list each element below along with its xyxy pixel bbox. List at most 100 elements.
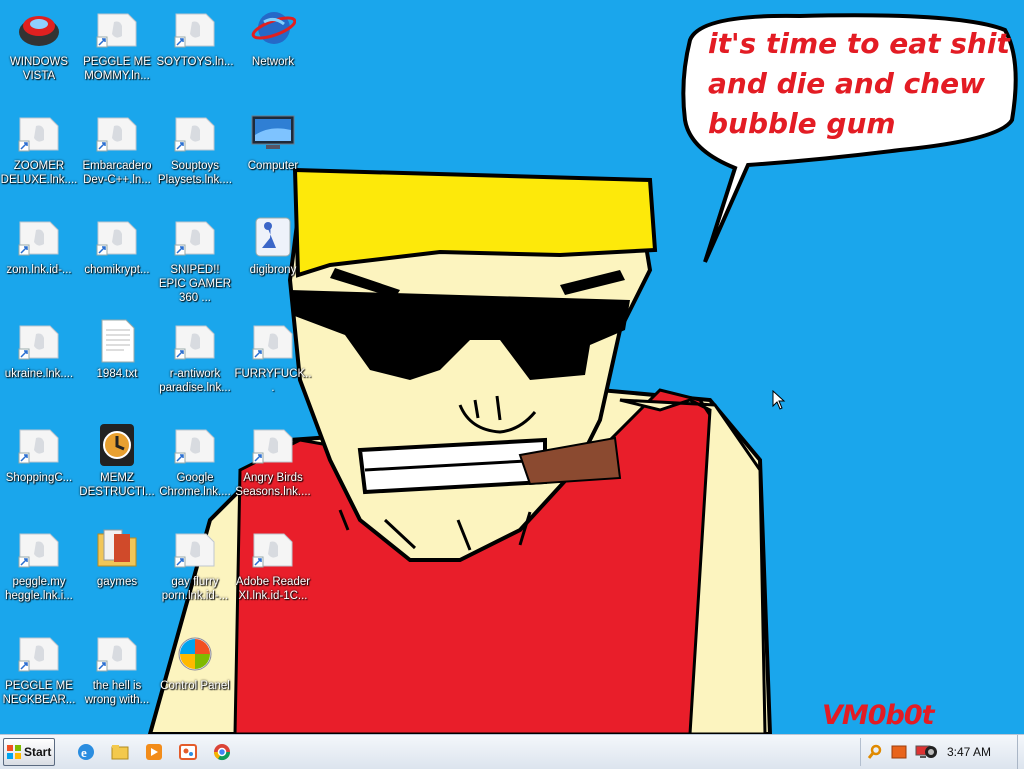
desktop-icon[interactable]: ShoppingC... xyxy=(0,416,78,516)
desktop-icon-label: zom.lnk.id-... xyxy=(6,264,72,276)
desktop-icon-label: Embarcadero Dev-C++.ln... xyxy=(82,160,152,186)
start-label: Start xyxy=(24,745,52,759)
desktop-icon-label: Computer xyxy=(247,160,299,172)
desktop-icon-label: gaymes xyxy=(96,576,138,588)
shortcut-icon xyxy=(16,630,62,676)
desktop-icon-label: gay flurry porn.lnk.id-... xyxy=(161,576,229,602)
desktop-icon[interactable]: digibrony xyxy=(234,208,312,308)
desktop-icon-label: ZOOMER DELUXE.lnk.... xyxy=(0,160,78,186)
desktop-icon[interactable]: PEGGLE ME NECKBEAR... xyxy=(0,624,78,724)
speech-bubble-text: it's time to eat shit and die and chew b… xyxy=(688,24,1010,154)
desktop-icon[interactable]: chomikrypt... xyxy=(78,208,156,308)
shortcut-icon xyxy=(172,214,218,260)
shortcut-icon xyxy=(16,214,62,260)
network-icon xyxy=(250,6,297,52)
desktop-icon[interactable]: Control Panel xyxy=(156,624,234,724)
desktop-icon-label: Adobe Reader XI.lnk.id-1C... xyxy=(235,576,311,602)
windows-logo-icon xyxy=(7,745,21,759)
desktop-icon[interactable]: peggle.my heggle.lnk.i... xyxy=(0,520,78,620)
mouse-cursor-icon xyxy=(772,390,786,410)
desktop-icon-label: Angry Birds Seasons.lnk.... xyxy=(235,472,311,498)
shortcut-icon xyxy=(250,526,296,572)
vista-icon xyxy=(16,6,62,52)
clock[interactable]: 3:47 AM xyxy=(947,745,991,759)
desktop-icon[interactable]: Computer xyxy=(234,104,312,204)
media-player-icon[interactable] xyxy=(144,742,164,762)
speech-line-3: bubble gum xyxy=(708,107,896,140)
control-panel-icon xyxy=(172,630,218,676)
desktop-icon[interactable]: Embarcadero Dev-C++.ln... xyxy=(78,104,156,204)
desktop-icon-label: Souptoys Playsets.lnk.... xyxy=(157,160,233,186)
shortcut-icon xyxy=(16,526,62,572)
desktop-icon[interactable]: gaymes xyxy=(78,520,156,620)
shortcut-icon xyxy=(94,630,140,676)
desktop-icon[interactable]: Network xyxy=(234,0,312,100)
desktop-icon-label: Control Panel xyxy=(160,680,230,692)
shortcut-icon xyxy=(16,110,62,156)
desktop-icon[interactable]: Google Chrome.lnk.... xyxy=(156,416,234,516)
explorer-icon[interactable] xyxy=(110,742,130,762)
desktop-icon[interactable]: Souptoys Playsets.lnk.... xyxy=(156,104,234,204)
desktop-icon[interactable]: FURRYFUCK... xyxy=(234,312,312,412)
shortcut-icon xyxy=(16,422,62,468)
shortcut-icon xyxy=(16,318,62,364)
desktop-icon-label: PEGGLE ME MOMMY.ln... xyxy=(83,56,151,82)
desktop-icon-label: Network xyxy=(251,56,295,68)
taskbar: Start e 3:47 AM xyxy=(0,734,1024,769)
desktop-icon-label: ShoppingC... xyxy=(5,472,73,484)
desktop-icon-label: WINDOWS VISTA xyxy=(9,56,69,82)
start-button[interactable]: Start xyxy=(3,738,55,766)
chrome-icon[interactable] xyxy=(212,742,232,762)
desktop-icon-label: SOYTOYS.ln... xyxy=(156,56,234,68)
desktop-icon[interactable]: ZOOMER DELUXE.lnk.... xyxy=(0,104,78,204)
desktop-icon-label: ukraine.lnk.... xyxy=(4,368,74,380)
artist-signature: VM0b0t xyxy=(822,700,935,731)
computer-icon xyxy=(250,110,296,156)
desktop-icon[interactable]: SOYTOYS.ln... xyxy=(156,0,234,100)
shortcut-icon xyxy=(172,6,218,52)
desktop-icon[interactable]: Adobe Reader XI.lnk.id-1C... xyxy=(234,520,312,620)
volume-icon[interactable] xyxy=(923,744,939,760)
desktop-icon-label: SNIPED!! EPIC GAMER 360 ... xyxy=(158,264,232,304)
svg-text:e: e xyxy=(81,745,87,760)
shortcut-icon xyxy=(94,214,140,260)
text-file-icon xyxy=(94,318,140,364)
shortcut-icon xyxy=(94,110,140,156)
desktop-icon-label: Google Chrome.lnk.... xyxy=(159,472,231,498)
desktop-icon-label: digibrony xyxy=(249,264,297,276)
system-tray: 3:47 AM xyxy=(860,738,1021,766)
paint-icon[interactable] xyxy=(178,742,198,762)
desktop-icon-label: FURRYFUCK... xyxy=(234,368,312,394)
desktop-icon[interactable]: gay flurry porn.lnk.id-... xyxy=(156,520,234,620)
shortcut-icon xyxy=(172,526,218,572)
desktop-icon[interactable]: the hell is wrong with... xyxy=(78,624,156,724)
desktop-icon[interactable]: Angry Birds Seasons.lnk.... xyxy=(234,416,312,516)
desktop-icon[interactable]: 1984.txt xyxy=(78,312,156,412)
ie-icon[interactable]: e xyxy=(76,742,96,762)
desktop-icon-label: 1984.txt xyxy=(96,368,138,380)
folder-icon xyxy=(94,526,140,572)
desktop-icon[interactable]: zom.lnk.id-... xyxy=(0,208,78,308)
search-icon[interactable] xyxy=(867,744,883,760)
desktop-icon[interactable]: MEMZ DESTRUCTI... xyxy=(78,416,156,516)
digibrony-icon xyxy=(250,214,296,260)
memz-icon xyxy=(94,422,140,468)
desktop-icon[interactable]: r-antiwork paradise.lnk... xyxy=(156,312,234,412)
shortcut-icon xyxy=(172,110,218,156)
desktop-icon-label: chomikrypt... xyxy=(84,264,150,276)
desktop-icon-label: peggle.my heggle.lnk.i... xyxy=(5,576,73,602)
desktop-icon[interactable]: PEGGLE ME MOMMY.ln... xyxy=(78,0,156,100)
show-desktop-button[interactable] xyxy=(1017,735,1024,769)
desktop-icon[interactable]: SNIPED!! EPIC GAMER 360 ... xyxy=(156,208,234,308)
shortcut-icon xyxy=(250,318,296,364)
orange-app-icon[interactable] xyxy=(891,744,907,760)
desktop-icon-label: MEMZ DESTRUCTI... xyxy=(79,472,155,498)
desktop-icon-label: the hell is wrong with... xyxy=(84,680,150,706)
desktop-icon-label: r-antiwork paradise.lnk... xyxy=(159,368,231,394)
speech-line-1: it's time to eat shit xyxy=(708,27,1010,60)
desktop-icon[interactable]: WINDOWS VISTA xyxy=(0,0,78,100)
shortcut-icon xyxy=(94,6,140,52)
shortcut-icon xyxy=(172,422,218,468)
desktop-icon[interactable]: ukraine.lnk.... xyxy=(0,312,78,412)
desktop-icon-label: PEGGLE ME NECKBEAR... xyxy=(2,680,76,706)
